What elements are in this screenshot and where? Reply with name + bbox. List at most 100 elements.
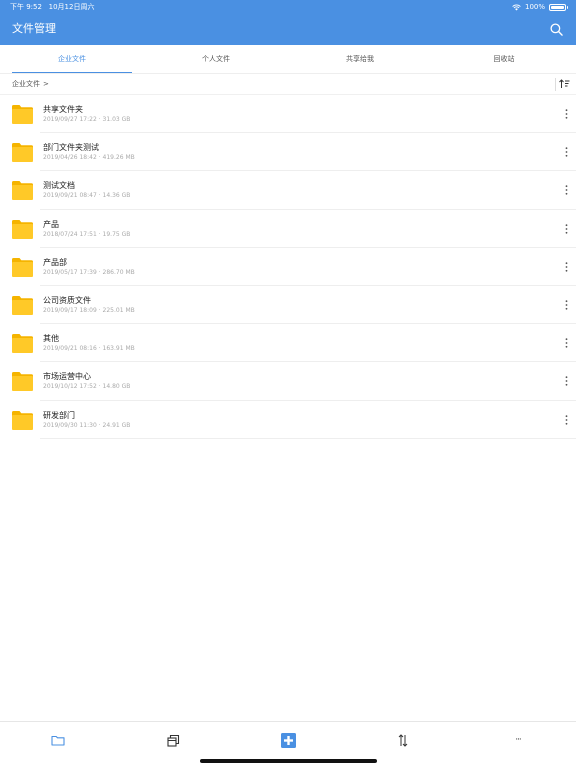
file-date: 2018/07/24 17:51 <box>43 230 97 238</box>
file-name: 研发部门 <box>43 410 75 420</box>
status-indicators: 100% <box>512 0 568 14</box>
sort-order-icon <box>558 79 569 88</box>
meta-separator: · <box>98 116 101 123</box>
app-header: 下午 9:52 10月12日周六 100% 文件管理 <box>0 0 576 45</box>
file-size: 286.70 MB <box>102 268 135 276</box>
row-more-button[interactable] <box>560 411 572 429</box>
file-size: 163.91 MB <box>102 345 135 353</box>
file-date: 2019/09/30 11:30 <box>43 421 97 429</box>
meta-separator: · <box>98 230 101 238</box>
meta-separator: · <box>98 154 101 162</box>
row-more-button[interactable] <box>560 181 572 199</box>
file-meta: 2018/07/24 17:51 · 19.75 GB <box>43 231 130 239</box>
page-title: 文件管理 <box>12 22 56 35</box>
file-row[interactable]: 市场运营中心 2019/10/12 17:52 · 14.80 GB <box>0 362 576 401</box>
tab-personal-files[interactable]: 个人文件 <box>156 45 276 74</box>
file-meta: 2019/09/30 11:30 · 24.91 GB <box>43 422 130 430</box>
sort-order-button[interactable] <box>556 76 572 92</box>
search-button[interactable] <box>546 19 566 39</box>
file-date: 2019/05/17 17:39 <box>43 268 97 276</box>
tab-shared-with-me[interactable]: 共享给我 <box>300 45 420 74</box>
file-size: 225.01 MB <box>102 306 135 314</box>
file-name: 市场运营中心 <box>43 372 91 382</box>
meta-separator: · <box>98 383 101 391</box>
tab-enterprise-files[interactable]: 企业文件 <box>12 45 132 74</box>
file-size: 19.75 GB <box>102 230 131 238</box>
more-vertical-icon <box>565 338 567 348</box>
file-row[interactable]: 测试文档 2019/09/21 08:47 · 14.36 GB <box>0 171 576 210</box>
more-vertical-icon <box>565 185 567 196</box>
breadcrumb-item: 企业文件 <box>12 80 40 88</box>
copy-button[interactable] <box>162 730 184 750</box>
file-date: 2019/09/27 17:22 <box>43 116 97 123</box>
file-row[interactable]: 其他 2019/09/21 08:16 · 163.91 MB <box>0 324 576 363</box>
row-more-button[interactable] <box>560 258 572 276</box>
folder-icon <box>12 410 33 430</box>
file-row[interactable]: 产品部 2019/05/17 17:39 · 286.70 MB <box>0 248 576 286</box>
battery-level <box>551 5 564 9</box>
row-more-button[interactable] <box>560 143 572 161</box>
folder-icon <box>12 105 33 124</box>
folder-icon <box>12 181 33 201</box>
file-meta: 2019/09/17 18:09 · 225.01 MB <box>43 307 135 315</box>
meta-separator: · <box>98 268 101 276</box>
folder-icon <box>12 257 33 277</box>
file-date: 2019/04/26 18:42 <box>43 154 97 162</box>
file-date: 2019/10/12 17:52 <box>43 383 97 391</box>
file-meta: 2019/05/17 17:39 · 286.70 MB <box>43 269 135 277</box>
row-more-button[interactable] <box>560 372 572 390</box>
meta-separator: · <box>98 421 101 429</box>
home-indicator <box>200 759 377 763</box>
meta-separator: · <box>98 306 101 314</box>
folder-icon <box>12 295 33 315</box>
file-size: 14.80 GB <box>102 383 131 391</box>
tab-recycle-bin[interactable]: 回收站 <box>444 45 564 74</box>
more-vertical-icon <box>565 109 567 119</box>
status-clock: 下午 9:52 <box>10 3 42 11</box>
file-name: 产品 <box>43 219 59 229</box>
file-row[interactable]: 公司资质文件 2019/09/17 18:09 · 225.01 MB <box>0 286 576 325</box>
file-size: 31.03 GB <box>102 116 131 123</box>
file-meta: 2019/09/21 08:16 · 163.91 MB <box>43 345 135 353</box>
breadcrumb-bar: 企业文件 > <box>0 74 576 95</box>
file-name: 产品部 <box>43 257 67 267</box>
copy-icon <box>166 734 179 747</box>
breadcrumb[interactable]: 企业文件 > <box>12 74 49 94</box>
file-name: 其他 <box>43 334 59 344</box>
more-vertical-icon <box>565 262 567 272</box>
file-date: 2019/09/21 08:47 <box>43 192 97 200</box>
file-meta: 2019/10/12 17:52 · 14.80 GB <box>43 383 130 391</box>
more-button[interactable]: ··· <box>507 730 529 750</box>
file-date: 2019/09/21 08:16 <box>43 345 97 353</box>
battery-icon <box>549 3 568 11</box>
file-row[interactable]: 部门文件夹测试 2019/04/26 18:42 · 419.26 MB <box>0 133 576 172</box>
file-meta: 2019/09/21 08:47 · 14.36 GB <box>43 192 130 200</box>
sort-button[interactable] <box>392 730 414 750</box>
meta-separator: · <box>98 192 101 200</box>
add-icon <box>280 732 296 748</box>
file-size: 419.26 MB <box>102 154 135 162</box>
status-time: 下午 9:52 10月12日周六 <box>10 0 94 14</box>
more-vertical-icon <box>565 376 567 387</box>
search-icon <box>549 22 563 36</box>
folder-icon <box>12 219 33 239</box>
more-vertical-icon <box>565 147 567 157</box>
row-more-button[interactable] <box>560 334 572 352</box>
tab-bar: 企业文件 个人文件 共享给我 回收站 <box>0 45 576 74</box>
more-vertical-icon <box>565 414 567 425</box>
file-name: 公司资质文件 <box>43 295 91 305</box>
status-bar: 下午 9:52 10月12日周六 100% <box>0 0 576 14</box>
folder-tab-button[interactable] <box>47 730 69 750</box>
folder-icon <box>12 143 33 163</box>
row-more-button[interactable] <box>560 296 572 314</box>
file-date: 2019/09/17 18:09 <box>43 306 97 314</box>
row-more-button[interactable] <box>560 105 572 123</box>
file-row[interactable]: 共享文件夹 2019/09/27 17:22 · 31.03 GB <box>0 95 576 134</box>
status-date: 10月12日周六 <box>48 3 95 11</box>
add-button[interactable] <box>277 730 299 750</box>
file-list: 共享文件夹 2019/09/27 17:22 · 31.03 GB 部门文件夹测… <box>0 95 576 439</box>
row-more-button[interactable] <box>560 220 572 238</box>
file-row[interactable]: 产品 2018/07/24 17:51 · 19.75 GB <box>0 210 576 248</box>
folder-icon <box>12 334 33 354</box>
file-row[interactable]: 研发部门 2019/09/30 11:30 · 24.91 GB <box>0 401 576 439</box>
